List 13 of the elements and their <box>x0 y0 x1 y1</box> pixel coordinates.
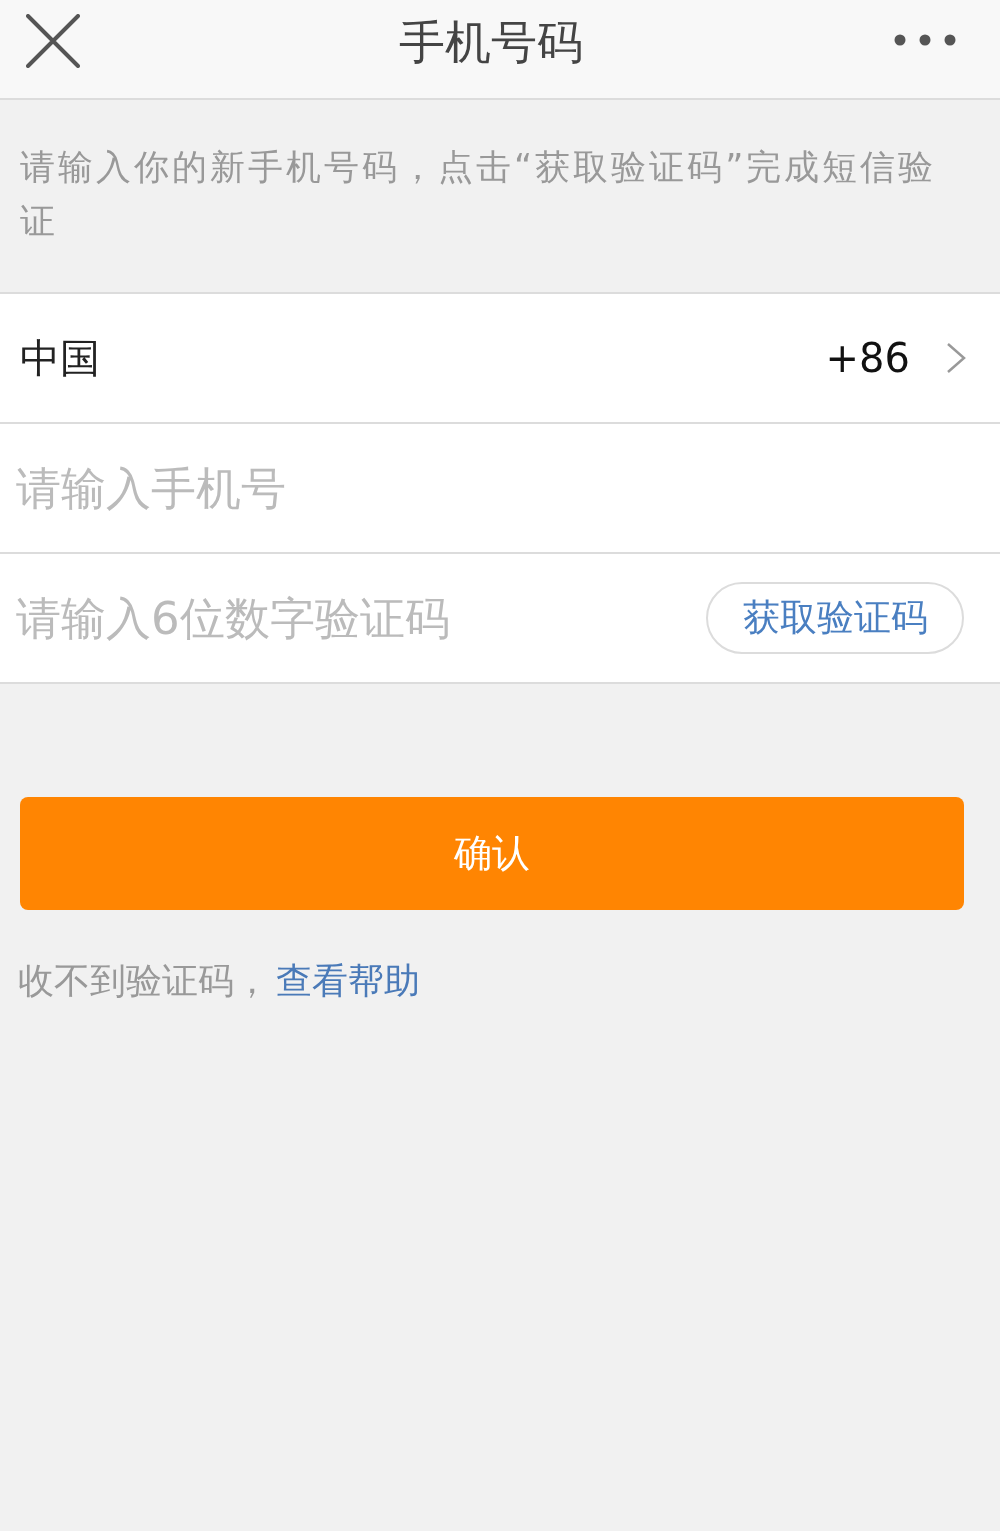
close-icon[interactable] <box>26 14 80 68</box>
instruction-text: 请输入你的新手机号码，点击“获取验证码”完成短信验证 <box>20 146 938 243</box>
country-code: +86 <box>825 335 910 381</box>
country-name: 中国 <box>20 333 100 383</box>
country-selector-row[interactable]: 中国 +86 <box>0 294 1000 424</box>
get-code-button[interactable]: 获取验证码 <box>706 582 964 654</box>
chevron-right-icon <box>946 342 966 374</box>
page-title: 手机号码 <box>399 14 583 70</box>
more-options-icon[interactable] <box>894 34 956 46</box>
confirm-button[interactable]: 确认 <box>20 797 964 910</box>
phone-input-field[interactable]: 请输入手机号 <box>0 424 1000 554</box>
help-text: 收不到验证码， 查看帮助 <box>18 959 420 1003</box>
help-link[interactable]: 查看帮助 <box>276 960 420 1001</box>
